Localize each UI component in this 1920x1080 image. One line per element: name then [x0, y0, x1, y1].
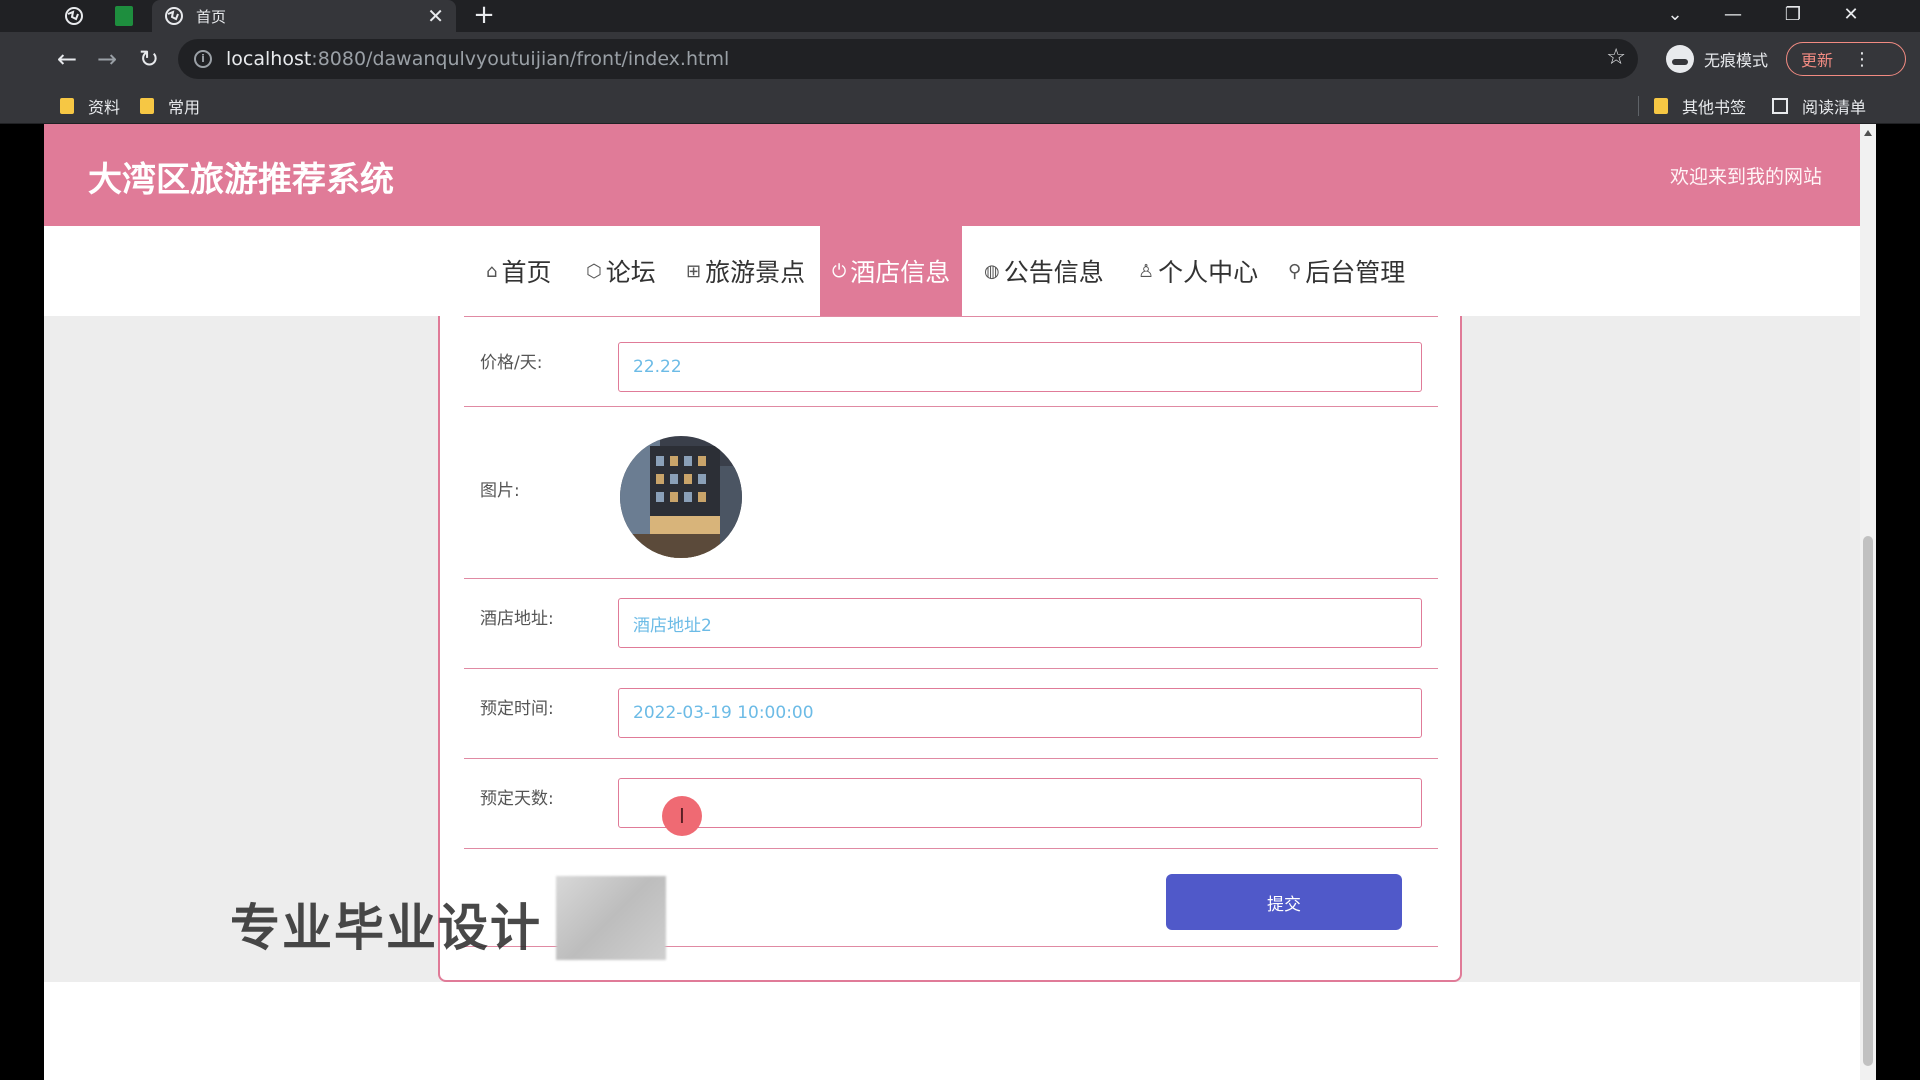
row-divider: [464, 406, 1438, 407]
user-icon: ♙: [1138, 260, 1155, 282]
tab-title: 首页: [196, 7, 227, 26]
nav-personal-center[interactable]: ♙ 个人中心: [1126, 226, 1270, 316]
row-divider: [464, 578, 1438, 579]
row-divider: [464, 316, 1438, 317]
url-text[interactable]: localhost:8080/dawanqulvyoutuijian/front…: [226, 48, 729, 70]
back-icon[interactable]: ←: [52, 44, 82, 74]
other-bookmarks[interactable]: 其他书签: [1654, 94, 1746, 118]
nav-scenic-spots[interactable]: ⊞ 旅游景点: [674, 226, 817, 316]
submit-button[interactable]: 提交: [1166, 874, 1402, 930]
bookmark-star-icon[interactable]: ☆: [1606, 45, 1626, 70]
price-field[interactable]: [618, 342, 1422, 392]
address-bar[interactable]: i localhost:8080/dawanqulvyoutuijian/fro…: [178, 39, 1638, 79]
incognito-indicator[interactable]: 无痕模式: [1666, 41, 1768, 77]
update-label: 更新: [1801, 51, 1834, 70]
active-tab[interactable]: 首页 ✕: [152, 0, 456, 32]
globe-icon: ◍: [984, 260, 1000, 282]
welcome-text: 欢迎来到我的网站: [1669, 166, 1822, 188]
sheets-tab-icon[interactable]: [102, 2, 146, 30]
folder-icon: [60, 98, 74, 114]
booking-time-field[interactable]: [618, 688, 1422, 738]
nav-admin[interactable]: ⚲ 后台管理: [1276, 226, 1417, 316]
image-label: 图片:: [480, 481, 520, 501]
price-label: 价格/天:: [480, 353, 543, 373]
scroll-up-arrow-icon[interactable]: [1864, 130, 1872, 136]
page-viewport: 大湾区旅游推荐系统 欢迎来到我的网站 ⌂ 首页 ⬡ 论坛 ⊞ 旅游景点 ⏻ 酒店信息 ◍…: [44, 124, 1860, 1080]
nav-hotel-info[interactable]: ⏻ 酒店信息: [820, 226, 963, 316]
forward-icon[interactable]: →: [92, 44, 122, 74]
site-info-icon[interactable]: i: [194, 50, 212, 68]
site-title: 大湾区旅游推荐系统: [88, 160, 394, 200]
scrollbar-thumb[interactable]: [1863, 536, 1873, 1066]
window-close-icon[interactable]: ✕: [1826, 0, 1876, 28]
page-scrollbar[interactable]: [1860, 124, 1876, 1080]
restore-icon[interactable]: ❐: [1768, 0, 1818, 28]
content-area: 价格/天: 图片: 酒店地址:: [44, 316, 1860, 982]
nav-announcements[interactable]: ◍ 公告信息: [972, 226, 1116, 316]
bookmark-folder-ziliao[interactable]: 资料: [60, 94, 120, 118]
tab-search-icon[interactable]: ⌄: [1650, 0, 1700, 28]
blurred-region: [556, 876, 666, 960]
menu-dots-icon: ⋮: [1853, 48, 1872, 70]
close-tab-icon[interactable]: ✕: [427, 6, 444, 26]
hotel-address-field[interactable]: [618, 598, 1422, 648]
reading-list-icon: [1772, 98, 1788, 114]
address-label: 酒店地址:: [480, 609, 554, 629]
globe-tab-icon[interactable]: [52, 2, 96, 30]
minimize-icon[interactable]: —: [1708, 0, 1758, 28]
browser-toolbar: ← → ↻ i localhost:8080/dawanqulvyoutuiji…: [0, 32, 1920, 86]
forum-icon: ⬡: [586, 260, 602, 282]
site-header: 大湾区旅游推荐系统 欢迎来到我的网站: [44, 124, 1860, 226]
nav-home[interactable]: ⌂ 首页: [474, 226, 563, 316]
bookmark-folder-changyong[interactable]: 常用: [140, 94, 200, 118]
watermark-text: 专业毕业设计: [230, 899, 542, 957]
home-icon: ⌂: [486, 260, 498, 282]
row-divider: [464, 848, 1438, 849]
main-nav: ⌂ 首页 ⬡ 论坛 ⊞ 旅游景点 ⏻ 酒店信息 ◍ 公告信息 ♙ 个人中心 ⚲ 后台管理: [44, 226, 1860, 316]
hotel-image: [620, 436, 742, 558]
row-divider: [464, 758, 1438, 759]
booking-days-field[interactable]: [618, 778, 1422, 828]
incognito-icon: [1666, 45, 1694, 73]
booking-days-label: 预定天数:: [480, 789, 554, 809]
scenic-icon: ⊞: [686, 260, 702, 282]
row-divider: [464, 668, 1438, 669]
incognito-label: 无痕模式: [1704, 51, 1769, 70]
update-button[interactable]: 更新 ⋮: [1786, 42, 1906, 76]
booking-time-label: 预定时间:: [480, 699, 554, 719]
folder-icon: [1654, 98, 1668, 114]
tab-strip: 首页 ✕ + ⌄ — ❐ ✕: [0, 0, 1920, 32]
power-icon: ⏻: [832, 260, 847, 282]
new-tab-button[interactable]: +: [470, 2, 498, 30]
globe-icon: [165, 7, 183, 25]
folder-icon: [140, 98, 154, 114]
bookmarks-bar: 资料 常用 其他书签 阅读清单: [0, 86, 1920, 124]
reading-list[interactable]: 阅读清单: [1772, 94, 1866, 118]
bookmarks-divider: [1638, 96, 1639, 116]
link-icon: ⚲: [1288, 260, 1302, 282]
reload-icon[interactable]: ↻: [134, 44, 164, 74]
nav-forum[interactable]: ⬡ 论坛: [574, 226, 668, 316]
mouse-cursor-indicator: I: [662, 796, 702, 836]
